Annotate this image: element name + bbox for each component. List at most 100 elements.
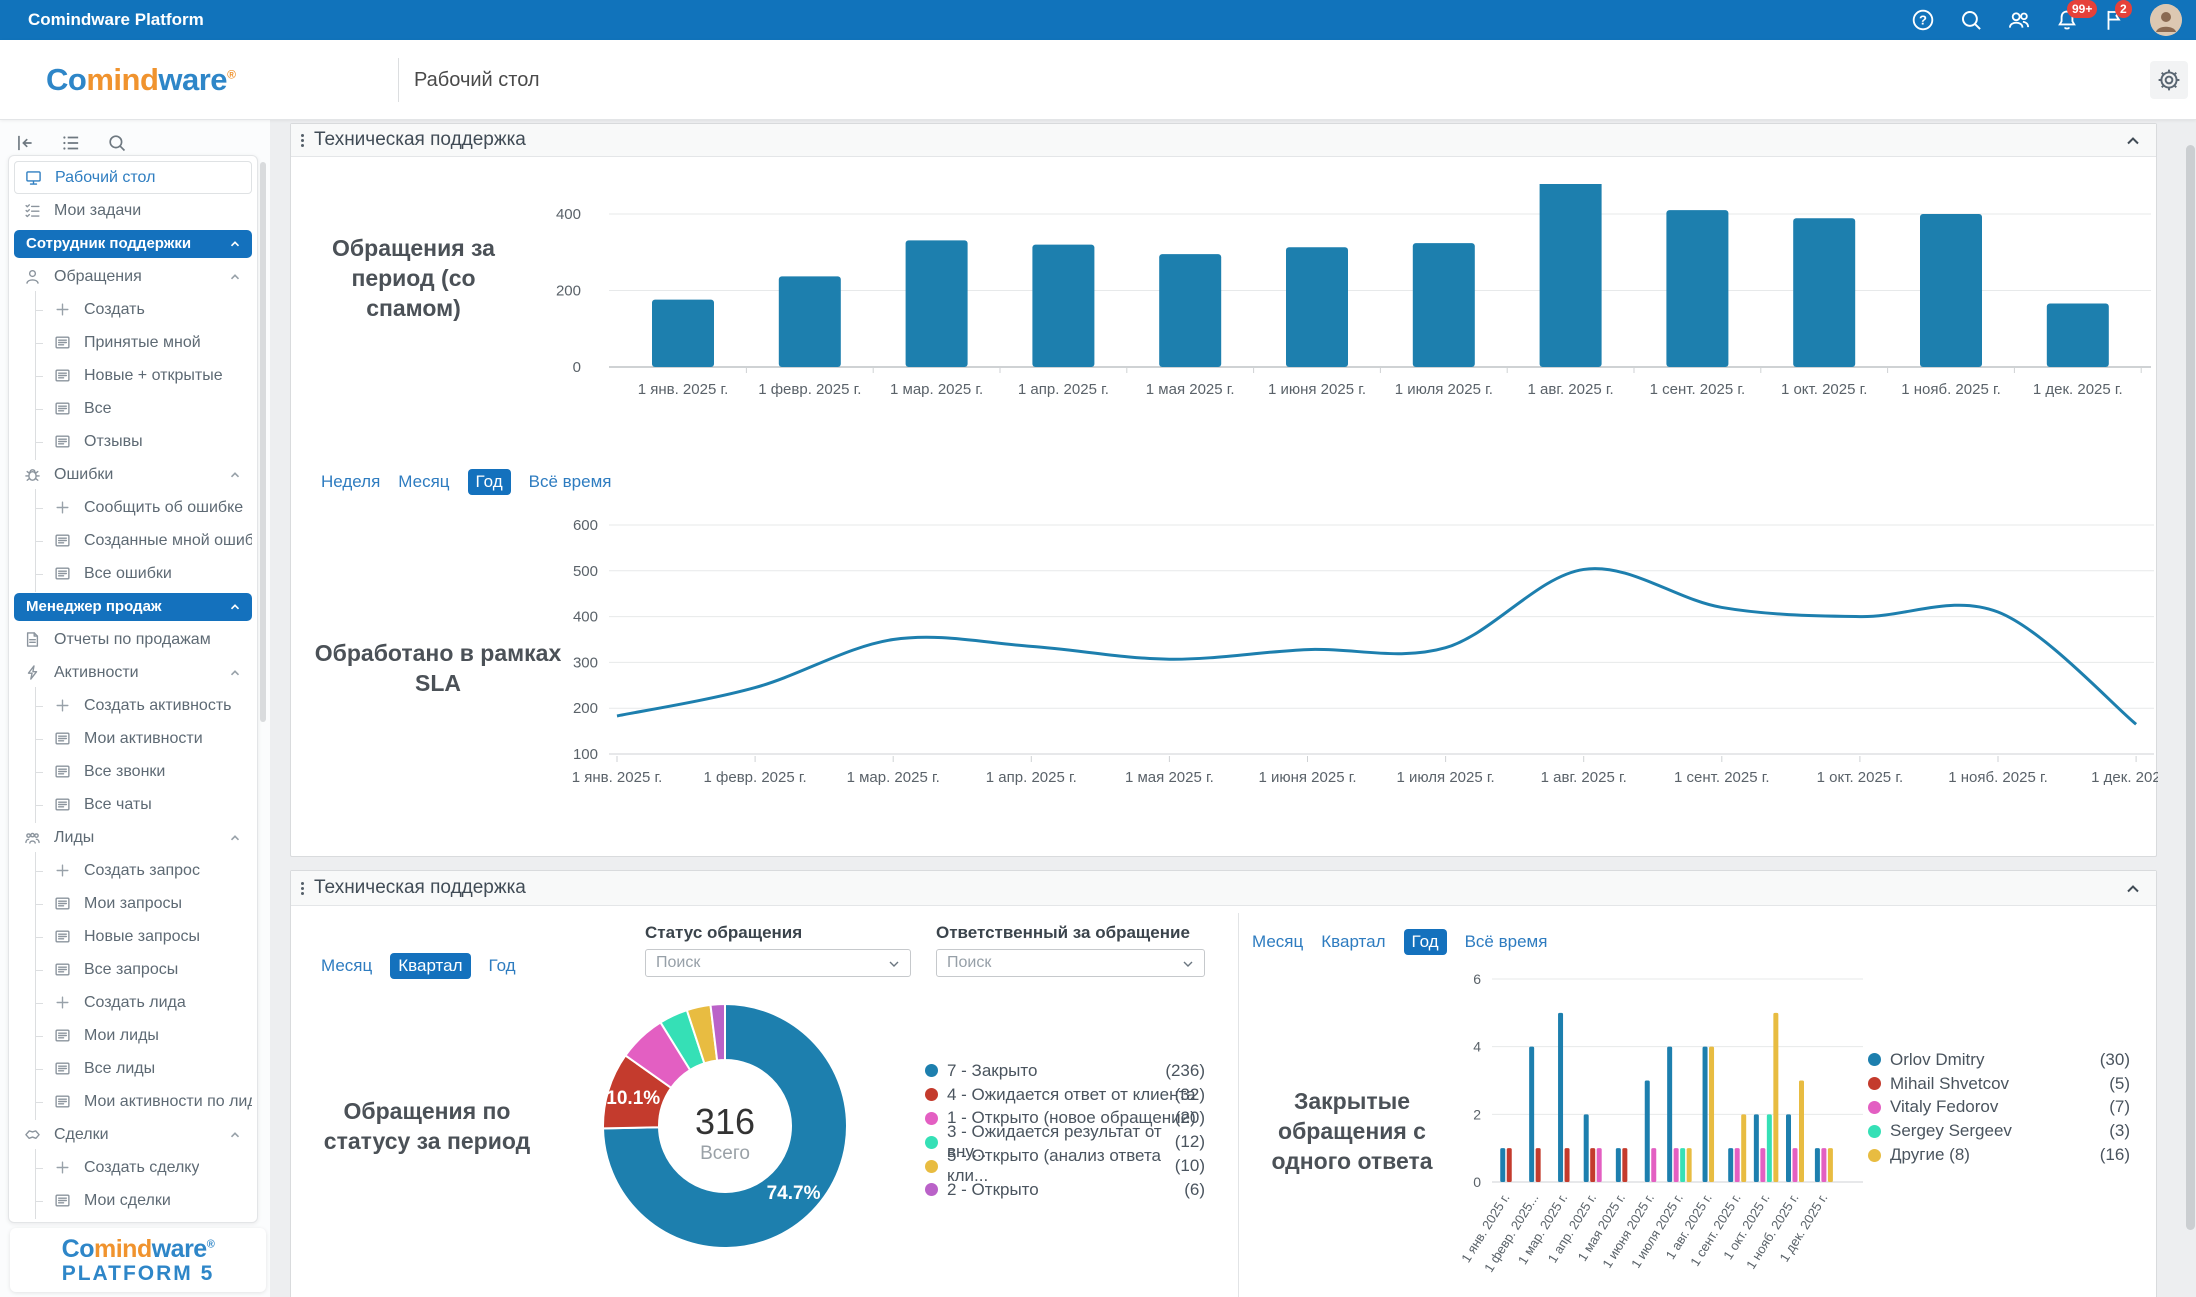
legend-item[interactable]: 4 - Ожидается ответ от клиента(32): [925, 1083, 1205, 1107]
chevron-up-icon[interactable]: [228, 666, 242, 680]
sidebar-item-label: Новые + открытые: [84, 367, 223, 385]
settings-gear-icon[interactable]: [2150, 61, 2188, 99]
flag-icon[interactable]: 2: [2102, 7, 2128, 33]
avatar[interactable]: [2150, 4, 2182, 36]
filter-Год[interactable]: Год: [1404, 929, 1447, 955]
notifications-bell-icon[interactable]: 99+: [2054, 7, 2080, 33]
filter-Квартал[interactable]: Квартал: [390, 953, 470, 979]
mini-chart-period-filters: Месяц Квартал Год Всё время: [1252, 929, 1547, 955]
collapse-widget2-icon[interactable]: [2124, 880, 2142, 898]
sidebar-item-25[interactable]: Создать лида: [14, 986, 252, 1019]
filter-Всё время[interactable]: Всё время: [529, 472, 612, 492]
drag-handle-icon[interactable]: [301, 880, 305, 897]
legend-item[interactable]: Mihail Shvetcov(5): [1868, 1072, 2130, 1096]
sidebar-item-18[interactable]: Все звонки: [14, 755, 252, 788]
sidebar-item-3[interactable]: Обращения: [14, 260, 252, 293]
filter-Месяц[interactable]: Месяц: [398, 472, 449, 492]
filter-Месяц[interactable]: Месяц: [1252, 932, 1303, 952]
sidebar-item-22[interactable]: Мои запросы: [14, 887, 252, 920]
nav-list-icon[interactable]: [60, 132, 82, 154]
sidebar-item-11[interactable]: Созданные мной ошибки: [14, 524, 252, 557]
legend-item[interactable]: 7 - Закрыто(236): [925, 1059, 1205, 1083]
filter-Всё время[interactable]: Всё время: [1465, 932, 1548, 952]
filter-Год[interactable]: Год: [489, 956, 516, 976]
legend-item[interactable]: Sergey Sergeev(3): [1868, 1119, 2130, 1143]
sidebar-item-label: Создать: [84, 301, 145, 319]
legend-item[interactable]: Другие (8)(16): [1868, 1143, 2130, 1167]
sidebar-item-14[interactable]: Отчеты по продажам: [14, 623, 252, 656]
chevron-up-icon[interactable]: [228, 270, 242, 284]
sidebar-item-1[interactable]: Мои задачи: [14, 194, 252, 227]
svg-text:1 апр. 2025 г.: 1 апр. 2025 г.: [986, 769, 1077, 786]
collapse-sidebar-icon[interactable]: [14, 132, 36, 154]
sidebar-item-28[interactable]: Мои активности по лидам: [14, 1085, 252, 1118]
chevron-up-icon[interactable]: [228, 468, 242, 482]
filter-Год[interactable]: Год: [468, 469, 511, 495]
svg-text:200: 200: [573, 700, 598, 717]
sidebar-item-15[interactable]: Активности: [14, 656, 252, 689]
sidebar-scrollbar[interactable]: [260, 162, 266, 722]
legend-item[interactable]: 5 - Открыто (анализ ответа кли...(10): [925, 1154, 1205, 1178]
svg-text:1 февр. 2025 г.: 1 февр. 2025 г.: [758, 381, 861, 398]
filter-Квартал[interactable]: Квартал: [1321, 932, 1385, 952]
status-dropdown-box[interactable]: Поиск: [645, 949, 911, 977]
filter-Неделя[interactable]: Неделя: [321, 472, 380, 492]
svg-text:10.1%: 10.1%: [606, 1088, 660, 1109]
sidebar-item-29[interactable]: Сделки: [14, 1118, 252, 1151]
sidebar-item-section-13[interactable]: Менеджер продаж: [14, 593, 252, 621]
donut-center: 316 Всего: [655, 1101, 795, 1165]
svg-text:1 мая 2025 г.: 1 мая 2025 г.: [1125, 769, 1214, 786]
chevron-up-icon[interactable]: [228, 600, 242, 614]
sidebar-item-17[interactable]: Мои активности: [14, 722, 252, 755]
svg-text:1 мар. 2025 г.: 1 мар. 2025 г.: [890, 381, 983, 398]
sidebar-item-6[interactable]: Новые + открытые: [14, 359, 252, 392]
page-title: Рабочий стол: [414, 69, 540, 92]
sidebar-item-10[interactable]: Сообщить об ошибке: [14, 491, 252, 524]
legend-item[interactable]: Orlov Dmitry(30): [1868, 1048, 2130, 1072]
svg-text:1 авг. 2025 г.: 1 авг. 2025 г.: [1541, 769, 1627, 786]
legend-count: (6): [1184, 1180, 1205, 1200]
header-divider: [398, 58, 399, 102]
sidebar-item-16[interactable]: Создать активность: [14, 689, 252, 722]
chevron-up-icon[interactable]: [228, 237, 242, 251]
sidebar-item-4[interactable]: Создать: [14, 293, 252, 326]
sidebar-item-27[interactable]: Все лиды: [14, 1052, 252, 1085]
svg-text:1 окт. 2025 г.: 1 окт. 2025 г.: [1781, 381, 1867, 398]
assignee-dropdown-box[interactable]: Поиск: [936, 949, 1205, 977]
drag-handle-icon[interactable]: [301, 132, 305, 149]
svg-text:1 мая 2025 г.: 1 мая 2025 г.: [1146, 381, 1235, 398]
sidebar-item-8[interactable]: Отзывы: [14, 425, 252, 458]
chevron-up-icon[interactable]: [228, 831, 242, 845]
sidebar-item-7[interactable]: Все: [14, 392, 252, 425]
sidebar-item-23[interactable]: Новые запросы: [14, 920, 252, 953]
sidebar-item-21[interactable]: Создать запрос: [14, 854, 252, 887]
filter-Месяц[interactable]: Месяц: [321, 956, 372, 976]
sidebar-item-24[interactable]: Все запросы: [14, 953, 252, 986]
svg-text:1 янв. 2025 г.: 1 янв. 2025 г.: [638, 381, 729, 398]
sidebar-item-26[interactable]: Мои лиды: [14, 1019, 252, 1052]
help-icon[interactable]: ?: [1910, 7, 1936, 33]
sidebar-item-19[interactable]: Все чаты: [14, 788, 252, 821]
sidebar-item-0[interactable]: Рабочий стол: [14, 161, 252, 194]
collapse-widget1-icon[interactable]: [2124, 132, 2142, 150]
sidebar-item-label: Мои лиды: [84, 1027, 159, 1045]
nav-search-icon[interactable]: [106, 132, 128, 154]
svg-text:600: 600: [573, 517, 598, 534]
legend-item[interactable]: Vitaly Fedorov(7): [1868, 1096, 2130, 1120]
sidebar-item-9[interactable]: Ошибки: [14, 458, 252, 491]
notifications-badge: 99+: [2067, 0, 2097, 18]
sidebar-item-20[interactable]: Лиды: [14, 821, 252, 854]
legend-item[interactable]: 2 - Открыто(6): [925, 1178, 1205, 1202]
svg-text:1 июля 2025 г.: 1 июля 2025 г.: [1395, 381, 1493, 398]
sidebar-item-section-2[interactable]: Сотрудник поддержки: [14, 230, 252, 258]
sidebar-item-30[interactable]: Создать сделку: [14, 1151, 252, 1184]
search-icon[interactable]: [1958, 7, 1984, 33]
page-scrollbar[interactable]: [2186, 145, 2195, 1230]
svg-text:1 дек. 2025 г.: 1 дек. 2025 г.: [2033, 381, 2123, 398]
sidebar-item-label: Мои активности: [84, 730, 203, 748]
sidebar-item-5[interactable]: Принятые мной: [14, 326, 252, 359]
users-icon[interactable]: [2006, 7, 2032, 33]
sidebar-item-31[interactable]: Мои сделки: [14, 1184, 252, 1217]
chevron-up-icon[interactable]: [228, 1128, 242, 1142]
sidebar-item-12[interactable]: Все ошибки: [14, 557, 252, 590]
